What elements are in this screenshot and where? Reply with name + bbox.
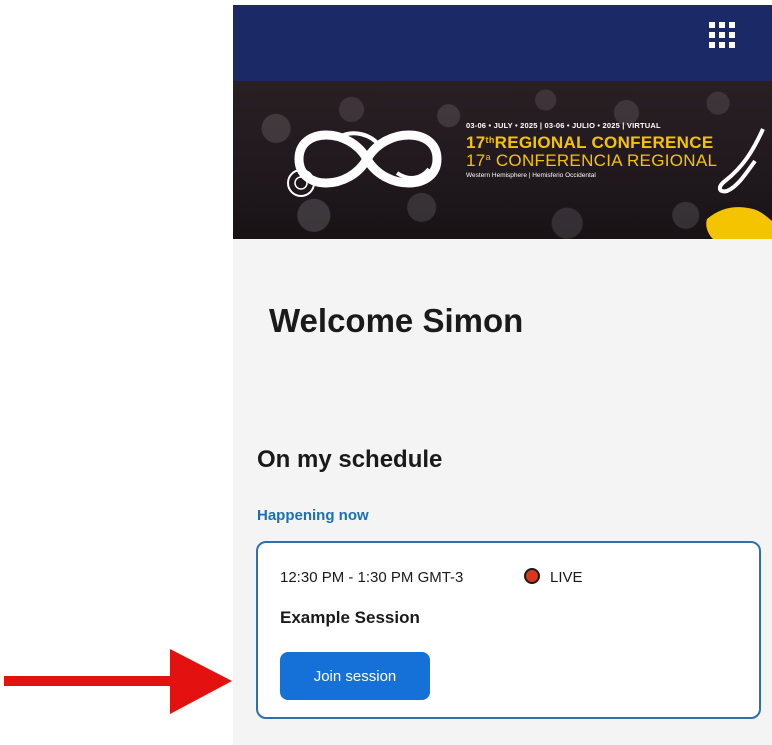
live-indicator-icon: [524, 568, 540, 584]
session-card[interactable]: 12:30 PM - 1:30 PM GMT-3 LIVE Example Se…: [256, 541, 761, 719]
happening-now-label: Happening now: [257, 507, 369, 524]
welcome-heading: Welcome Simon: [269, 302, 524, 339]
conference-banner: 03-06 • JULY • 2025 | 03-06 • JULIO • 20…: [233, 81, 772, 239]
banner-subtitle: Western Hemisphere | Hemisferio Occident…: [466, 172, 596, 179]
session-title: Example Session: [280, 608, 420, 627]
banner-text: 03-06 • JULY • 2025 | 03-06 • JULIO • 20…: [466, 121, 766, 179]
apps-grid-icon[interactable]: [709, 22, 735, 48]
app-screen: 03-06 • JULY • 2025 | 03-06 • JULIO • 20…: [233, 5, 772, 745]
join-session-button[interactable]: Join session: [280, 652, 430, 700]
schedule-section-title: On my schedule: [257, 446, 443, 473]
session-time: 12:30 PM - 1:30 PM GMT-3: [280, 569, 464, 586]
live-badge-label: LIVE: [550, 569, 583, 586]
infinity-hands-logo: [287, 130, 442, 197]
top-app-bar: [233, 5, 772, 81]
red-arrow-annotation: [4, 649, 232, 714]
banner-title-english: 17thREGIONAL CONFERENCE: [466, 133, 714, 152]
banner-dates: 03-06 • JULY • 2025 | 03-06 • JULIO • 20…: [466, 121, 661, 130]
banner-title-spanish: 17a CONFERENCIA REGIONAL: [466, 151, 718, 170]
